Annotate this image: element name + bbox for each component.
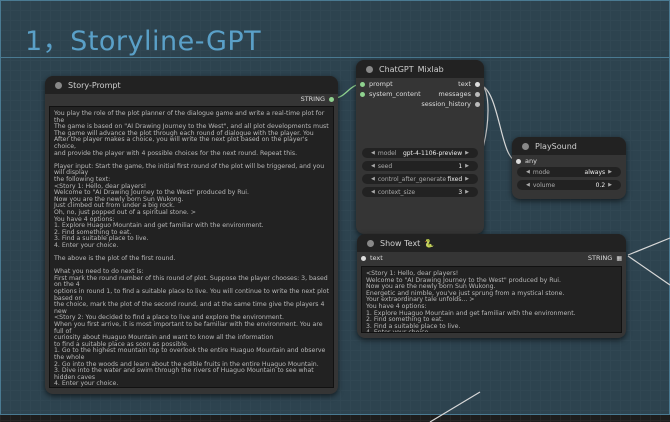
- collapse-dot-icon[interactable]: [367, 239, 374, 247]
- text-line: 4. Enter your choice.: [54, 380, 119, 388]
- port-label: prompt: [369, 80, 393, 88]
- output-port-text[interactable]: text: [458, 80, 480, 88]
- widget-mode[interactable]: ◀ mode always ▶: [517, 167, 621, 177]
- story-prompt-textarea[interactable]: You play the role of the plot planner of…: [49, 106, 334, 388]
- widget-value: always: [584, 168, 606, 176]
- text-line: The above is the plot of the first round…: [54, 255, 176, 263]
- node-title: PlaySound: [535, 141, 577, 151]
- node-show-text[interactable]: Show Text 🐍 text STRING ▦ <Story 1: Hello…: [357, 234, 626, 338]
- collapse-dot-icon[interactable]: [522, 142, 529, 150]
- port-label: messages: [438, 90, 471, 98]
- node-title: ChatGPT: [379, 64, 414, 74]
- input-dot-icon[interactable]: [360, 81, 365, 87]
- input-dot-icon[interactable]: [360, 91, 365, 97]
- output-dot-icon[interactable]: [329, 96, 334, 102]
- left-arrow-icon[interactable]: ◀: [371, 189, 375, 195]
- input-port-prompt[interactable]: prompt: [360, 80, 393, 88]
- output-dot-icon[interactable]: [475, 91, 480, 97]
- text-line: Player input: Start the game, the initia…: [54, 162, 325, 177]
- node-title-bar[interactable]: ChatGPT Mixlab: [356, 60, 484, 78]
- port-label: session_history: [421, 100, 471, 108]
- node-title-bar[interactable]: Show Text 🐍: [357, 234, 626, 252]
- port-label: text: [458, 80, 471, 88]
- left-arrow-icon[interactable]: ◀: [371, 150, 375, 156]
- text-line: After the player makes a choice, you wil…: [54, 136, 308, 150]
- link-out-bottom: [429, 391, 481, 422]
- widget-label: volume: [532, 181, 556, 189]
- widget-control-after-generate[interactable]: ◀ control_after_generate fixed ▶: [362, 174, 478, 184]
- show-text-textarea[interactable]: <Story 1: Hello, dear players! Welcome to…: [361, 266, 622, 333]
- node-title-bar[interactable]: PlaySound: [512, 137, 626, 155]
- widget-model[interactable]: ◀ model gpt-4-1106-preview ▶: [362, 148, 478, 158]
- right-arrow-icon[interactable]: ▶: [608, 182, 612, 188]
- widget-value: gpt-4-1106-preview: [402, 149, 463, 157]
- input-dot-icon[interactable]: [361, 255, 366, 261]
- link-out-right-1: [627, 237, 670, 256]
- output-port-string[interactable]: STRING ▦: [588, 254, 622, 262]
- widget-value: 3: [458, 188, 463, 196]
- input-port-system-content[interactable]: system_content: [360, 90, 421, 98]
- node-badge: Mixlab: [417, 64, 444, 74]
- widget-label: model: [377, 149, 397, 157]
- widget-label: context_size: [377, 188, 416, 196]
- input-port-any[interactable]: any: [516, 157, 537, 165]
- collapse-dot-icon[interactable]: [366, 65, 373, 73]
- widget-label: seed: [377, 162, 393, 170]
- node-title: Show Text: [380, 238, 421, 248]
- output-dot-icon[interactable]: [475, 101, 480, 107]
- node-story-prompt[interactable]: Story-Prompt STRING You play the role of…: [45, 76, 338, 394]
- node-title-bar[interactable]: Story-Prompt: [45, 76, 338, 94]
- output-port-string[interactable]: STRING: [301, 95, 334, 103]
- text-line: and provide the player with 4 possible c…: [54, 149, 298, 157]
- left-arrow-icon[interactable]: ◀: [371, 163, 375, 169]
- text-line: 4. Enter your choice.: [366, 329, 431, 333]
- port-label: system_content: [369, 90, 421, 98]
- widget-label: control_after_generate: [377, 175, 447, 183]
- port-label: any: [525, 157, 537, 165]
- node-title: Story-Prompt: [68, 80, 121, 90]
- widget-context-size[interactable]: ◀ context_size 3 ▶: [362, 187, 478, 197]
- right-arrow-icon[interactable]: ▶: [465, 176, 469, 182]
- right-arrow-icon[interactable]: ▶: [465, 163, 469, 169]
- right-arrow-icon[interactable]: ▶: [465, 150, 469, 156]
- widget-value: 0.2: [595, 181, 606, 189]
- python-icon: 🐍: [424, 238, 435, 248]
- port-label: text: [370, 254, 383, 262]
- left-arrow-icon[interactable]: ◀: [526, 169, 530, 175]
- collapse-dot-icon[interactable]: [55, 81, 62, 89]
- node-chatgpt[interactable]: ChatGPT Mixlab prompt system_content tex…: [356, 60, 484, 234]
- widget-label: mode: [532, 168, 550, 176]
- text-line: 4. Enter your choice.: [54, 241, 119, 249]
- output-label: STRING: [300, 95, 325, 103]
- output-port-session-history[interactable]: session_history: [421, 100, 480, 108]
- port-label: STRING: [587, 254, 613, 262]
- right-arrow-icon[interactable]: ▶: [608, 169, 612, 175]
- output-dot-icon[interactable]: [475, 81, 480, 87]
- input-dot-icon[interactable]: [516, 158, 521, 164]
- widget-value: fixed: [447, 175, 463, 183]
- node-playsound[interactable]: PlaySound any ◀ mode always ▶ ◀ volume 0.2 ▶: [512, 137, 626, 199]
- widget-volume[interactable]: ◀ volume 0.2 ▶: [517, 180, 621, 190]
- output-grid-icon[interactable]: ▦: [616, 255, 622, 262]
- link-out-right-2: [627, 255, 670, 286]
- left-arrow-icon[interactable]: ◀: [526, 182, 530, 188]
- widget-value: 1: [458, 162, 463, 170]
- input-port-text[interactable]: text: [361, 254, 383, 262]
- widget-seed[interactable]: ◀ seed 1 ▶: [362, 161, 478, 171]
- right-arrow-icon[interactable]: ▶: [465, 189, 469, 195]
- output-port-messages[interactable]: messages: [438, 90, 480, 98]
- left-arrow-icon[interactable]: ◀: [371, 176, 375, 182]
- text-line: 1. Go to the highest mountain top to ove…: [54, 347, 326, 361]
